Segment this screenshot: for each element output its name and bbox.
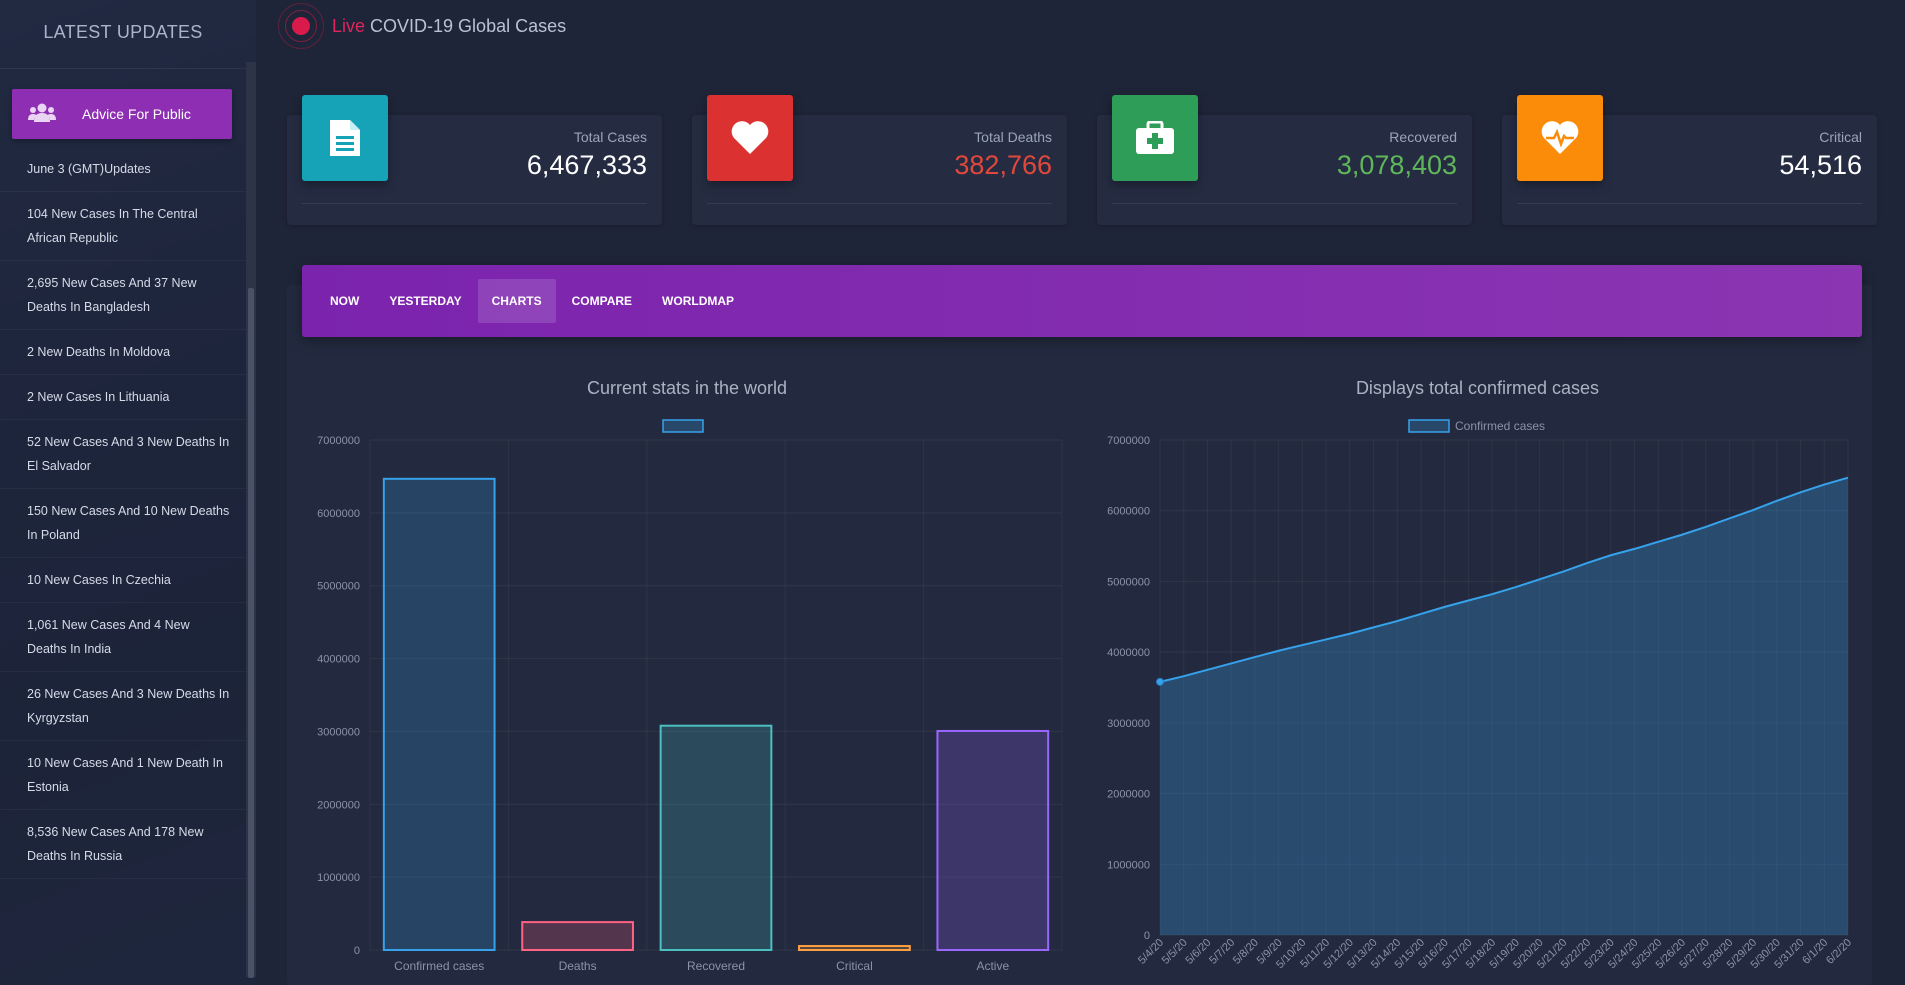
y-tick-label: 2000000 (317, 799, 360, 811)
x-tick-label: Deaths (559, 959, 597, 973)
y-tick-label: 0 (354, 945, 360, 957)
update-item[interactable]: 2,695 New Cases And 37 New Deaths In Ban… (0, 261, 246, 330)
line-chart: Confirmed cases 0 1000000 2000000 3000000 400… (1107, 419, 1854, 971)
tab-compare[interactable]: COMPARE (558, 279, 646, 323)
sidebar: LATEST UPDATES Advice For Public June 3 … (0, 0, 256, 985)
document-icon (302, 95, 388, 181)
line-chart-title: Displays total confirmed cases (1355, 378, 1600, 398)
bar-chart: 0 1000000 2000000 3000000 4000000 5000000 6000… (317, 419, 1063, 973)
update-item[interactable]: 10 New Cases And 1 New Death In Estonia (0, 741, 246, 810)
update-item[interactable]: 52 New Cases And 3 New Deaths In El Salv… (0, 420, 246, 489)
live-label: Live (332, 15, 366, 36)
bar-chart-title: Current stats in the world (586, 378, 788, 398)
advice-label: Advice For Public (82, 106, 191, 122)
x-tick-label: Active (976, 959, 1009, 973)
y-tick-label: 7000000 (317, 435, 360, 447)
update-item[interactable]: 150 New Cases And 10 New Deaths In Polan… (0, 489, 246, 558)
page-title: COVID-19 Global Cases (370, 15, 567, 36)
heartbeat-icon (1517, 95, 1603, 181)
x-tick-label: 5/6/20 (1183, 937, 1213, 967)
data-point (1156, 677, 1164, 686)
x-tick-label: Confirmed cases (394, 959, 484, 973)
bar (936, 729, 1050, 952)
card-critical: Critical 54,516 (1502, 95, 1877, 225)
card-label: Recovered (1389, 129, 1457, 145)
tab-bar: NOW YESTERDAY CHARTS COMPARE WORLDMAP (302, 265, 1862, 337)
bar (382, 477, 496, 951)
users-icon (28, 102, 58, 126)
update-item[interactable]: 104 New Cases In The Central African Rep… (0, 192, 246, 261)
y-tick-label: 3000000 (1107, 718, 1150, 730)
series-area (1160, 477, 1848, 935)
heart-icon (707, 95, 793, 181)
update-item[interactable]: 26 New Cases And 3 New Deaths In Kyrgyzs… (0, 672, 246, 741)
live-indicator-icon (278, 3, 324, 49)
update-item[interactable]: 2 New Cases In Lithuania (0, 375, 246, 420)
medkit-icon (1112, 95, 1198, 181)
y-tick-label: 3000000 (317, 726, 360, 738)
card-total-deaths: Total Deaths 382,766 (692, 95, 1067, 225)
x-tick-label: 6/1/20 (1800, 937, 1830, 967)
y-tick-label: 6000000 (1107, 506, 1150, 518)
card-recovered: Recovered 3,078,403 (1097, 95, 1472, 225)
y-tick-label: 2000000 (1107, 789, 1150, 801)
update-item[interactable]: June 3 (GMT)Updates (0, 147, 246, 192)
legend-label: Confirmed cases (1455, 419, 1545, 433)
tab-yesterday[interactable]: YESTERDAY (375, 279, 475, 323)
update-item[interactable]: 10 New Cases In Czechia (0, 558, 246, 603)
card-value: 3,078,403 (1336, 150, 1457, 180)
tab-now[interactable]: NOW (316, 279, 373, 323)
y-tick-label: 1000000 (317, 872, 360, 884)
card-value: 54,516 (1779, 150, 1862, 180)
x-tick-label: 5/4/20 (1136, 937, 1166, 967)
y-tick-label: 6000000 (317, 508, 360, 520)
sidebar-title: LATEST UPDATES (0, 0, 246, 69)
y-tick-label: 1000000 (1107, 859, 1150, 871)
page-header: Live COVID-19 Global Cases (278, 3, 567, 49)
bar (798, 945, 911, 952)
y-tick-label: 4000000 (1107, 647, 1150, 659)
x-tick-label: 5/5/20 (1160, 937, 1190, 967)
y-tick-label: 5000000 (1107, 576, 1150, 588)
tab-charts[interactable]: CHARTS (477, 279, 556, 323)
x-tick-label: 6/2/20 (1824, 937, 1854, 967)
y-tick-label: 7000000 (1107, 435, 1150, 447)
card-value: 6,467,333 (526, 150, 647, 180)
x-tick-label: Critical (836, 959, 873, 973)
card-value: 382,766 (954, 150, 1052, 180)
advice-for-public-button[interactable]: Advice For Public (12, 89, 232, 139)
bar (521, 921, 634, 952)
card-total-cases: Total Cases 6,467,333 (287, 95, 662, 225)
y-tick-label: 4000000 (317, 654, 360, 666)
tab-worldmap[interactable]: WORLDMAP (648, 279, 748, 323)
card-label: Total Cases (573, 129, 647, 145)
x-tick-label: 5/8/20 (1231, 937, 1261, 967)
legend-swatch (662, 419, 704, 433)
bar (659, 724, 773, 951)
sidebar-scroll-thumb[interactable] (248, 288, 254, 978)
legend-swatch (1408, 419, 1450, 433)
x-tick-label: 5/7/20 (1207, 937, 1237, 967)
y-tick-label: 5000000 (317, 581, 360, 593)
updates-list: June 3 (GMT)Updates 104 New Cases In The… (0, 147, 246, 879)
card-label: Total Deaths (974, 129, 1052, 145)
x-tick-label: Recovered (687, 959, 745, 973)
update-item[interactable]: 2 New Deaths In Moldova (0, 330, 246, 375)
card-label: Critical (1819, 129, 1862, 145)
y-tick-label: 0 (1144, 930, 1150, 942)
update-item[interactable]: 1,061 New Cases And 4 New Deaths In Indi… (0, 603, 246, 672)
update-item[interactable]: 8,536 New Cases And 178 New Deaths In Ru… (0, 810, 246, 879)
